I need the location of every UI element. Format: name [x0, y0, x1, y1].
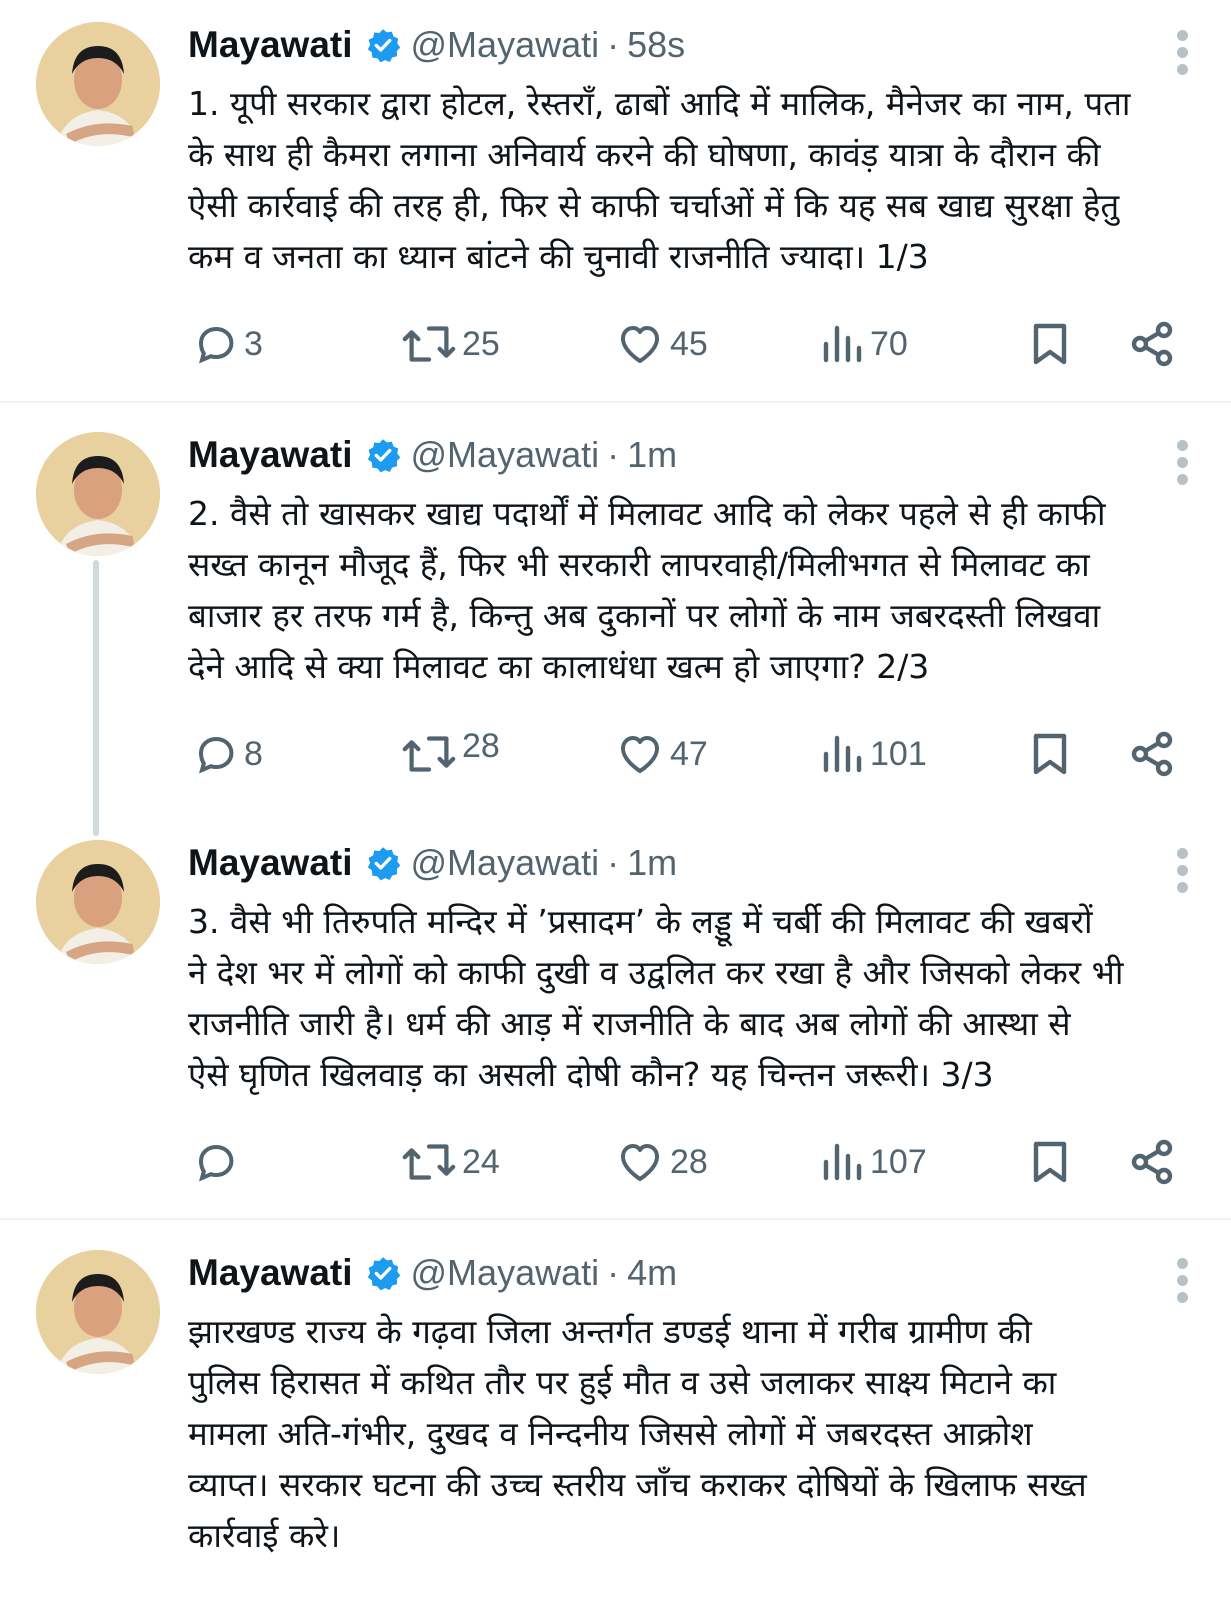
retweet-icon [402, 326, 456, 362]
divider [0, 1218, 1231, 1220]
verified-badge-icon [365, 1255, 401, 1291]
like-icon [621, 1144, 659, 1181]
tweet-text: 2. वैसे तो खासकर खाद्य पदार्थों में मिला… [188, 494, 1106, 686]
retweet-count: 25 [462, 324, 500, 363]
reply-button[interactable]: 8 [192, 724, 263, 784]
more-icon[interactable] [1177, 440, 1191, 491]
like-count: 47 [670, 734, 708, 773]
like-icon [621, 326, 659, 363]
share-icon [1131, 731, 1173, 777]
author-handle[interactable]: @Mayawati [411, 434, 600, 476]
retweet-button[interactable]: 28 [400, 716, 500, 776]
retweet-count: 28 [462, 726, 500, 765]
verified-badge-icon [365, 27, 401, 63]
tweet[interactable]: Mayawati @Mayawati · 1m 3. वैसे भी तिरुप… [0, 818, 1231, 1222]
timestamp[interactable]: 4m [627, 1252, 677, 1294]
share-button[interactable] [1128, 314, 1176, 374]
bookmark-icon [1033, 733, 1067, 775]
bookmark-button[interactable] [1026, 1132, 1074, 1192]
retweet-count: 24 [462, 1142, 500, 1181]
divider [0, 401, 1231, 403]
like-button[interactable]: 28 [614, 1132, 708, 1192]
reply-button[interactable]: 3 [192, 314, 263, 374]
author-name[interactable]: Mayawati [188, 1252, 353, 1294]
reply-icon [198, 326, 234, 364]
more-icon[interactable] [1177, 30, 1191, 81]
separator-dot: · [607, 842, 620, 883]
verified-badge-icon [365, 437, 401, 473]
thread-line [93, 560, 99, 836]
timestamp[interactable]: 1m [627, 434, 677, 476]
retweet-icon [402, 1144, 456, 1180]
reply-icon [198, 1144, 234, 1182]
reply-count: 3 [244, 324, 263, 363]
share-icon [1131, 1139, 1173, 1185]
author-handle[interactable]: @Mayawati [411, 1252, 600, 1294]
like-button[interactable]: 47 [614, 724, 708, 784]
views-button[interactable]: 101 [818, 724, 927, 784]
avatar[interactable] [36, 840, 160, 964]
like-button[interactable]: 45 [614, 314, 708, 374]
reply-icon [198, 736, 234, 774]
views-icon [823, 735, 862, 773]
action-bar: 8 28 47 101 [0, 724, 1231, 784]
bookmark-button[interactable] [1026, 724, 1074, 784]
bookmark-icon [1033, 1141, 1067, 1183]
like-count: 28 [670, 1142, 708, 1181]
view-count: 107 [870, 1142, 927, 1181]
tweet[interactable]: Mayawati @Mayawati · 58s 1. यूपी सरकार द… [0, 0, 1231, 404]
separator-dot: · [607, 434, 620, 475]
timestamp[interactable]: 58s [627, 24, 685, 66]
author-name[interactable]: Mayawati [188, 434, 353, 476]
bookmark-icon [1033, 323, 1067, 365]
tweet-text: 1. यूपी सरकार द्वारा होटल, रेस्तराँ, ढाब… [188, 84, 1131, 276]
tweet[interactable]: Mayawati @Mayawati · 4m झारखण्ड राज्य के… [0, 1228, 1231, 1600]
more-icon[interactable] [1177, 848, 1191, 899]
like-count: 45 [670, 324, 708, 363]
tweet-text: झारखण्ड राज्य के गढ़वा जिला अन्तर्गत डण्… [188, 1312, 1087, 1555]
like-icon [621, 736, 659, 773]
tweet[interactable]: Mayawati @Mayawati · 1m 2. वैसे तो खासकर… [0, 410, 1231, 836]
verified-badge-icon [365, 845, 401, 881]
avatar[interactable] [36, 1250, 160, 1374]
share-button[interactable] [1128, 724, 1176, 784]
retweet-button[interactable]: 25 [400, 314, 500, 374]
author-name[interactable]: Mayawati [188, 24, 353, 66]
reply-button[interactable] [192, 1132, 244, 1192]
avatar[interactable] [36, 22, 160, 146]
share-icon [1131, 321, 1173, 367]
more-icon[interactable] [1177, 1258, 1191, 1309]
views-button[interactable]: 70 [818, 314, 908, 374]
views-icon [823, 1143, 862, 1181]
action-bar: 24 28 107 [0, 1132, 1231, 1192]
action-bar: 3 25 45 70 [0, 314, 1231, 374]
views-icon [823, 325, 862, 363]
timestamp[interactable]: 1m [627, 842, 677, 884]
view-count: 101 [870, 734, 927, 773]
share-button[interactable] [1128, 1132, 1176, 1192]
avatar[interactable] [36, 432, 160, 556]
retweet-icon [402, 736, 456, 772]
views-button[interactable]: 107 [818, 1132, 927, 1192]
author-handle[interactable]: @Mayawati [411, 24, 600, 66]
author-name[interactable]: Mayawati [188, 842, 353, 884]
tweet-text: 3. वैसे भी तिरुपति मन्दिर में ’प्रसादम’ … [188, 902, 1124, 1094]
separator-dot: · [607, 1252, 620, 1293]
author-handle[interactable]: @Mayawati [411, 842, 600, 884]
view-count: 70 [870, 324, 908, 363]
retweet-button[interactable]: 24 [400, 1132, 500, 1192]
reply-count: 8 [244, 734, 263, 773]
bookmark-button[interactable] [1026, 314, 1074, 374]
separator-dot: · [607, 24, 620, 65]
